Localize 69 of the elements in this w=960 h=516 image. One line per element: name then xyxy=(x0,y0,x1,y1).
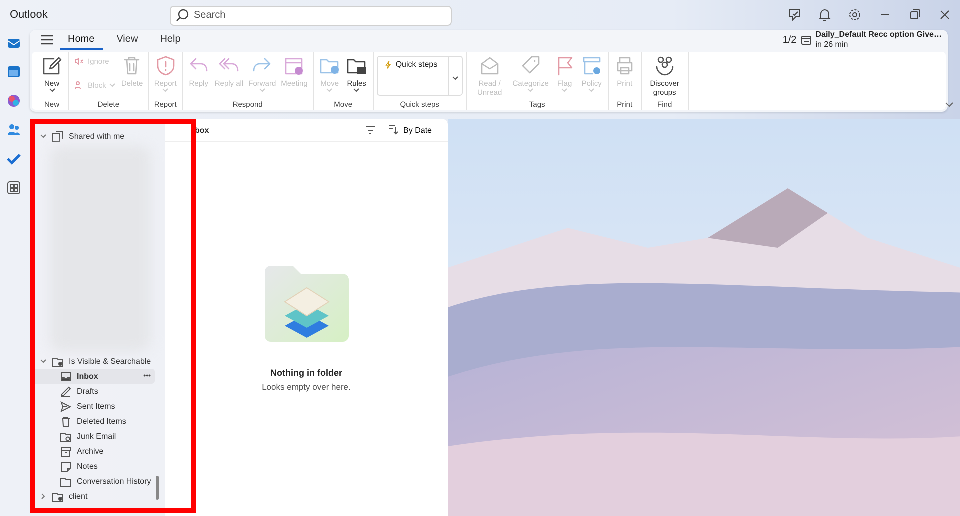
caret-icon xyxy=(561,88,568,93)
folder-item[interactable]: Drafts xyxy=(30,384,155,399)
quick-step-item[interactable]: Quick steps xyxy=(378,57,448,95)
speaker-icon xyxy=(74,56,85,67)
lightning-icon xyxy=(384,60,393,70)
caret-icon xyxy=(326,88,334,93)
reminder-title[interactable]: Daily_Default Recc option Give… xyxy=(816,30,942,40)
empty-state-title: Nothing in folder xyxy=(270,368,342,378)
people-group-icon xyxy=(654,55,676,77)
close-icon[interactable] xyxy=(938,8,952,22)
empty-state-subtitle: Looks empty over here. xyxy=(262,382,351,392)
folder-item[interactable]: Archive xyxy=(30,444,155,459)
archive-icon xyxy=(60,446,72,458)
chevron-down-icon xyxy=(40,133,47,140)
inbox-icon xyxy=(60,370,72,382)
restore-icon[interactable] xyxy=(908,8,922,22)
folder-icon xyxy=(60,476,72,488)
copilot-icon[interactable] xyxy=(7,94,21,108)
chevron-down-icon[interactable] xyxy=(945,102,954,108)
caret-icon xyxy=(452,76,459,80)
folder-item[interactable]: Deleted Items xyxy=(30,414,155,429)
scrollbar-thumb[interactable] xyxy=(156,476,159,500)
folder-item[interactable]: Shared with me xyxy=(30,129,155,144)
search-icon xyxy=(176,9,189,22)
ribbon-tab[interactable]: Help xyxy=(152,30,189,50)
menu-icon[interactable] xyxy=(40,34,54,46)
settings-icon[interactable] xyxy=(848,8,862,22)
folder-item[interactable]: Notes xyxy=(30,459,155,474)
shared-folder-icon xyxy=(52,130,64,142)
app-title: Outlook xyxy=(9,9,49,21)
folder-item[interactable]: client xyxy=(30,489,155,504)
shield-icon xyxy=(154,55,177,77)
caret-icon xyxy=(353,88,360,93)
caret-icon xyxy=(48,88,56,93)
note-icon xyxy=(60,460,72,472)
compose-icon xyxy=(41,55,63,77)
reminder-time: in 26 min xyxy=(816,40,850,50)
calendar-icon xyxy=(800,34,812,46)
mail-icon[interactable] xyxy=(7,36,21,50)
caret-icon xyxy=(527,88,534,93)
apps-icon[interactable] xyxy=(7,181,21,195)
junk-folder-icon xyxy=(60,430,72,442)
bell-icon[interactable] xyxy=(818,8,832,22)
reminder-counter: 1/2 xyxy=(782,34,797,46)
ribbon-tab[interactable]: Home xyxy=(60,30,103,50)
ribbon-tab[interactable]: View xyxy=(108,30,146,50)
trash-icon xyxy=(60,416,72,428)
quick-steps-gallery[interactable]: Quick steps xyxy=(376,56,463,96)
search-field[interactable]: Search xyxy=(170,6,452,26)
folder-item[interactable]: Is Visible & Searchable xyxy=(30,354,155,369)
chevron-down-icon xyxy=(40,358,47,365)
sort-button[interactable]: By Date xyxy=(382,124,438,136)
caret-icon xyxy=(258,88,266,93)
checkmark-icon[interactable] xyxy=(7,152,21,166)
caret-icon xyxy=(588,88,596,93)
filter-icon[interactable] xyxy=(364,126,376,134)
caret-icon xyxy=(162,88,170,93)
folder-item[interactable]: Sent Items xyxy=(30,399,155,414)
folder-item[interactable]: Conversation History xyxy=(30,474,155,489)
send-icon xyxy=(60,400,72,412)
sort-icon xyxy=(388,125,399,135)
envelope-open-icon xyxy=(478,55,501,77)
notes-check-icon[interactable] xyxy=(788,8,802,22)
calendar-icon[interactable] xyxy=(7,65,21,79)
chevron-right-icon xyxy=(40,493,47,500)
caret-icon xyxy=(109,82,116,88)
people-icon[interactable] xyxy=(7,123,21,137)
pencil-icon xyxy=(60,386,72,398)
folder-item[interactable]: Junk Email xyxy=(30,429,155,444)
